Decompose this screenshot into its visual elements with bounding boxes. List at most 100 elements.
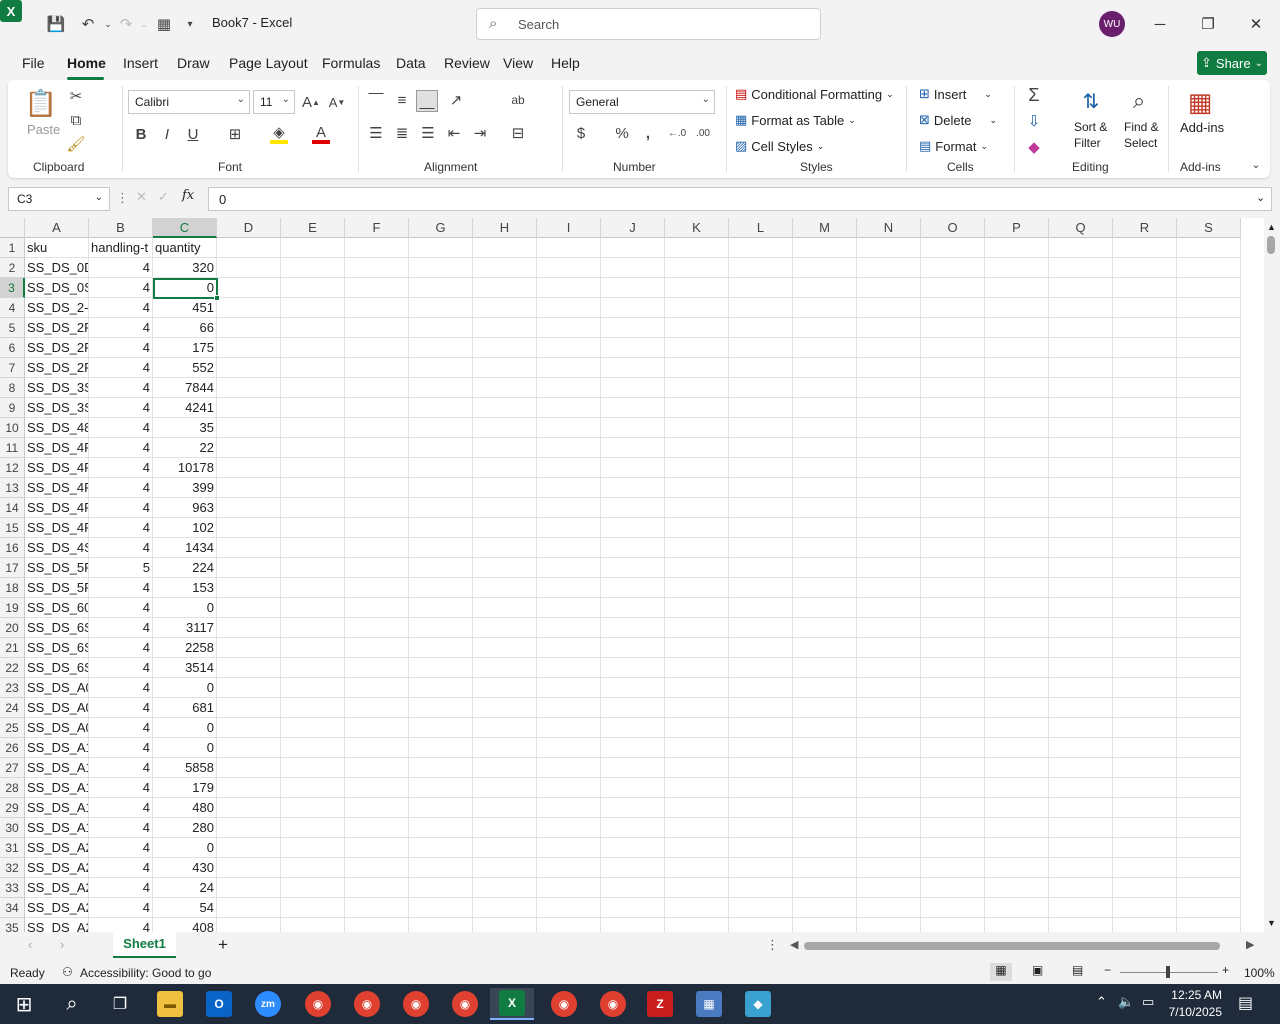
- column-header-s[interactable]: S: [1177, 218, 1241, 238]
- row-header[interactable]: 3: [0, 278, 25, 298]
- cell-l17[interactable]: [729, 558, 793, 578]
- tab-help[interactable]: Help: [551, 55, 580, 71]
- cell-c14[interactable]: 963: [153, 498, 217, 518]
- cell-m31[interactable]: [793, 838, 857, 858]
- cell-j35[interactable]: [601, 918, 665, 932]
- scroll-left-icon[interactable]: ◀: [790, 938, 798, 951]
- cell-p7[interactable]: [985, 358, 1049, 378]
- cell-e5[interactable]: [281, 318, 345, 338]
- cell-a20[interactable]: SS_DS_6S: [25, 618, 89, 638]
- cell-n3[interactable]: [857, 278, 921, 298]
- cell-k32[interactable]: [665, 858, 729, 878]
- cell-q11[interactable]: [1049, 438, 1113, 458]
- cell-r16[interactable]: [1113, 538, 1177, 558]
- cell-c26[interactable]: 0: [153, 738, 217, 758]
- cell-d5[interactable]: [217, 318, 281, 338]
- cell-d4[interactable]: [217, 298, 281, 318]
- cell-i6[interactable]: [537, 338, 601, 358]
- cell-e33[interactable]: [281, 878, 345, 898]
- tab-review[interactable]: Review: [444, 55, 490, 71]
- cell-o12[interactable]: [921, 458, 985, 478]
- column-header-k[interactable]: K: [665, 218, 729, 238]
- cell-m28[interactable]: [793, 778, 857, 798]
- cell-m5[interactable]: [793, 318, 857, 338]
- cell-h35[interactable]: [473, 918, 537, 932]
- fill-handle[interactable]: [214, 295, 220, 301]
- cell-q15[interactable]: [1049, 518, 1113, 538]
- cell-q33[interactable]: [1049, 878, 1113, 898]
- cell-e3[interactable]: [281, 278, 345, 298]
- cell-b28[interactable]: 4: [89, 778, 153, 798]
- cell-g16[interactable]: [409, 538, 473, 558]
- cell-o7[interactable]: [921, 358, 985, 378]
- cell-o26[interactable]: [921, 738, 985, 758]
- clear-icon[interactable]: ◆: [1024, 136, 1044, 158]
- cell-i23[interactable]: [537, 678, 601, 698]
- cell-o11[interactable]: [921, 438, 985, 458]
- cell-g30[interactable]: [409, 818, 473, 838]
- underline-icon[interactable]: U: [184, 124, 202, 144]
- cell-f11[interactable]: [345, 438, 409, 458]
- cell-d33[interactable]: [217, 878, 281, 898]
- cell-d17[interactable]: [217, 558, 281, 578]
- cell-q24[interactable]: [1049, 698, 1113, 718]
- tab-formulas[interactable]: Formulas: [322, 55, 380, 71]
- notifications-icon[interactable]: ▤: [1238, 993, 1253, 1013]
- cell-m10[interactable]: [793, 418, 857, 438]
- cell-q25[interactable]: [1049, 718, 1113, 738]
- cell-s28[interactable]: [1177, 778, 1241, 798]
- cell-d6[interactable]: [217, 338, 281, 358]
- cell-n1[interactable]: [857, 238, 921, 258]
- cell-c6[interactable]: 175: [153, 338, 217, 358]
- column-header-n[interactable]: N: [857, 218, 921, 238]
- cell-q4[interactable]: [1049, 298, 1113, 318]
- cell-n29[interactable]: [857, 798, 921, 818]
- cell-i16[interactable]: [537, 538, 601, 558]
- cell-i34[interactable]: [537, 898, 601, 918]
- row-header[interactable]: 11: [0, 438, 25, 458]
- cell-c12[interactable]: 10178: [153, 458, 217, 478]
- cell-b7[interactable]: 4: [89, 358, 153, 378]
- cell-a4[interactable]: SS_DS_2-S: [25, 298, 89, 318]
- cell-b32[interactable]: 4: [89, 858, 153, 878]
- align-left-icon[interactable]: ☰: [366, 123, 386, 143]
- cell-r18[interactable]: [1113, 578, 1177, 598]
- chrome-icon[interactable]: ◉: [593, 988, 633, 1020]
- cell-q17[interactable]: [1049, 558, 1113, 578]
- cell-o17[interactable]: [921, 558, 985, 578]
- cell-i31[interactable]: [537, 838, 601, 858]
- chrome-icon[interactable]: ◉: [445, 988, 485, 1020]
- cell-a22[interactable]: SS_DS_6S: [25, 658, 89, 678]
- cell-k15[interactable]: [665, 518, 729, 538]
- cell-b23[interactable]: 4: [89, 678, 153, 698]
- cell-c15[interactable]: 102: [153, 518, 217, 538]
- cell-e32[interactable]: [281, 858, 345, 878]
- cell-e4[interactable]: [281, 298, 345, 318]
- bold-icon[interactable]: B: [132, 124, 150, 144]
- cell-j8[interactable]: [601, 378, 665, 398]
- cell-i33[interactable]: [537, 878, 601, 898]
- clock-time[interactable]: 12:25 AM: [1168, 988, 1222, 1002]
- cell-j19[interactable]: [601, 598, 665, 618]
- cell-c28[interactable]: 179: [153, 778, 217, 798]
- cell-o34[interactable]: [921, 898, 985, 918]
- cell-j4[interactable]: [601, 298, 665, 318]
- cell-o23[interactable]: [921, 678, 985, 698]
- cell-n12[interactable]: [857, 458, 921, 478]
- cell-f5[interactable]: [345, 318, 409, 338]
- cell-a34[interactable]: SS_DS_A2: [25, 898, 89, 918]
- cell-o33[interactable]: [921, 878, 985, 898]
- cell-r30[interactable]: [1113, 818, 1177, 838]
- merge-center-icon[interactable]: ⊟: [508, 123, 528, 143]
- cell-q23[interactable]: [1049, 678, 1113, 698]
- cell-l14[interactable]: [729, 498, 793, 518]
- column-header-b[interactable]: B: [89, 218, 153, 238]
- cell-a5[interactable]: SS_DS_2P: [25, 318, 89, 338]
- cell-d32[interactable]: [217, 858, 281, 878]
- cell-s35[interactable]: [1177, 918, 1241, 932]
- cell-g22[interactable]: [409, 658, 473, 678]
- cell-l15[interactable]: [729, 518, 793, 538]
- cell-r19[interactable]: [1113, 598, 1177, 618]
- cell-m35[interactable]: [793, 918, 857, 932]
- cell-a19[interactable]: SS_DS_60: [25, 598, 89, 618]
